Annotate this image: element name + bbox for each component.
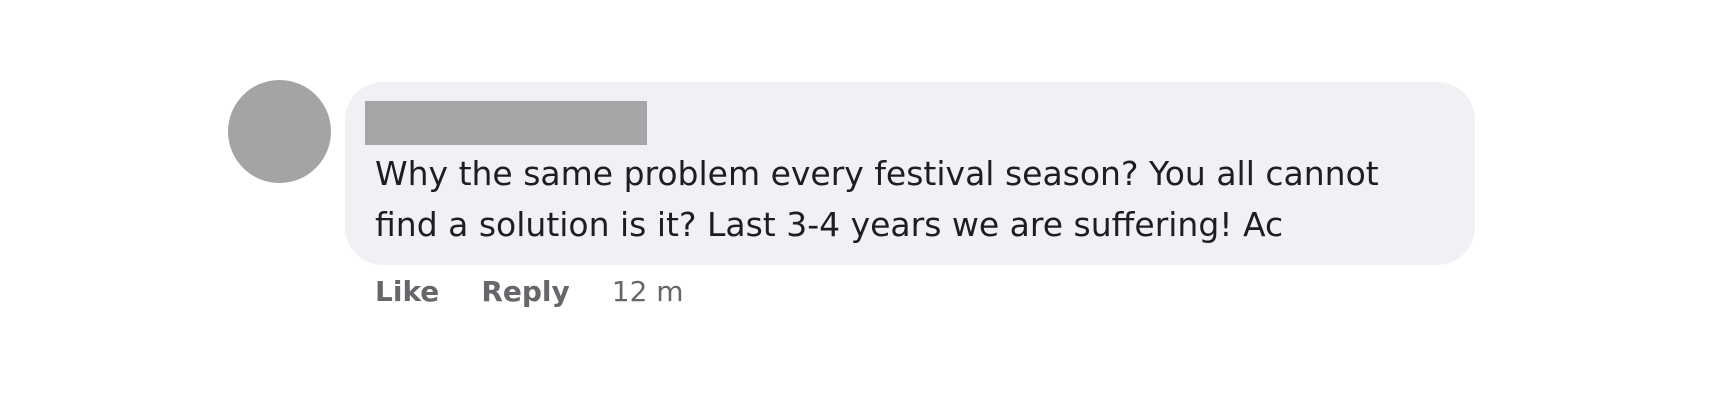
comment-bubble: Why the same problem every festival seas… (345, 82, 1475, 265)
comment-actions: Like Reply 12 m (375, 270, 684, 314)
comment-text: Why the same problem every festival seas… (375, 154, 1379, 244)
author-name-redacted[interactable] (365, 101, 647, 145)
timestamp[interactable]: 12 m (612, 270, 684, 314)
reply-button[interactable]: Reply (481, 270, 569, 314)
comment: Why the same problem every festival seas… (0, 0, 1718, 407)
avatar[interactable] (228, 80, 331, 183)
like-button[interactable]: Like (375, 270, 439, 314)
